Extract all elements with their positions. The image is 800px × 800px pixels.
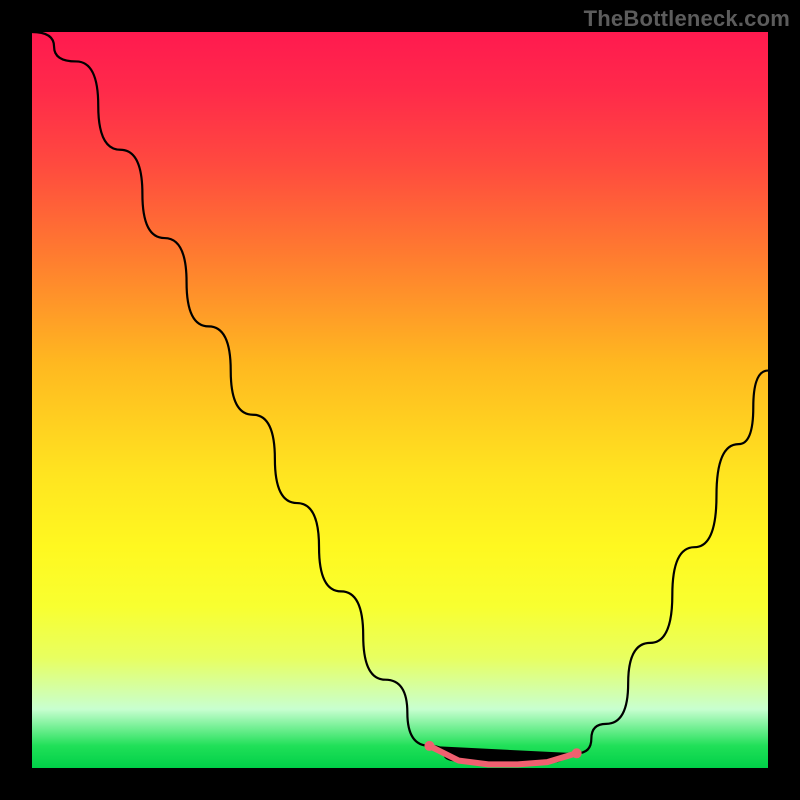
plot-area: [32, 32, 768, 768]
watermark-text: TheBottleneck.com: [584, 6, 790, 32]
optimal-range-line: [429, 746, 576, 764]
optimal-range-dot: [424, 741, 434, 751]
curve-svg: [32, 32, 768, 768]
bottleneck-curve: [32, 32, 768, 764]
optimal-range-highlight: [424, 741, 581, 764]
optimal-range-dot: [572, 748, 582, 758]
chart-container: TheBottleneck.com: [0, 0, 800, 800]
